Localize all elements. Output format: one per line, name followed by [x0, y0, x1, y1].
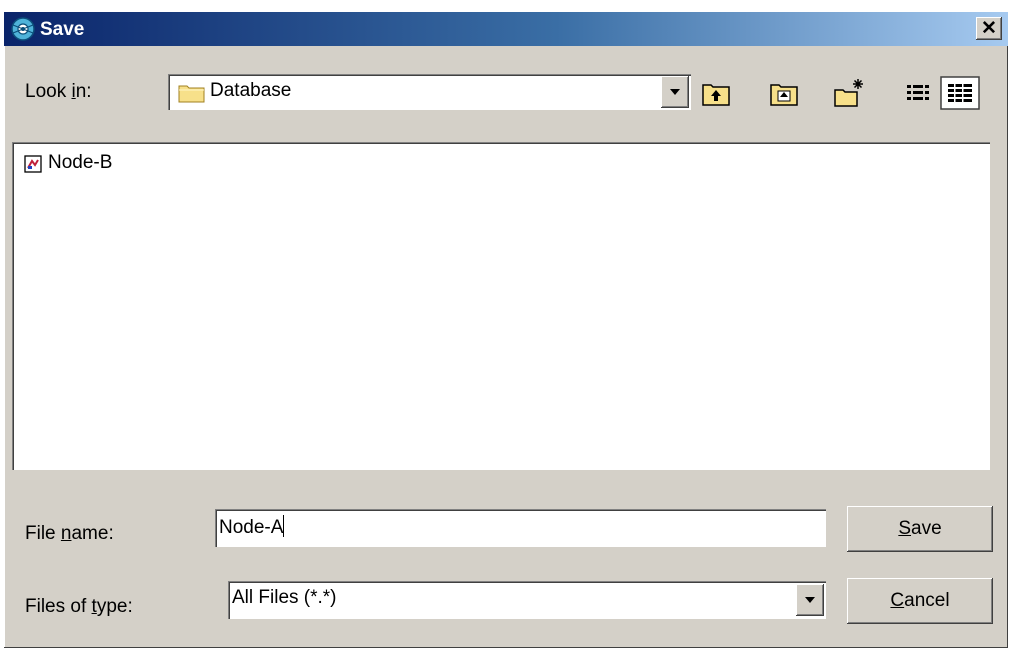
cancel-button-label: Cancel — [890, 590, 949, 612]
up-one-level-icon — [702, 84, 730, 106]
file-name-value: Node-A — [219, 515, 285, 539]
file-type-value: All Files (*.*) — [232, 587, 337, 608]
file-name-label: File name: — [25, 523, 114, 545]
close-button[interactable]: ✕ — [976, 17, 1002, 40]
file-name-label-key: n — [60, 523, 72, 544]
file-list[interactable]: Node-B — [12, 142, 990, 470]
file-name-text: Node-A — [219, 517, 284, 538]
file-type-label: Files of type: — [25, 596, 133, 618]
desktop-icon — [770, 84, 798, 106]
cancel-button-rest: ancel — [904, 590, 950, 611]
file-name-label-pre: File — [25, 523, 61, 544]
file-type-dropdown-button[interactable] — [796, 584, 824, 616]
chevron-down-icon — [670, 89, 680, 95]
look-in-label-post: n: — [75, 81, 92, 102]
window-title: Save — [40, 19, 85, 40]
cancel-button-key: C — [890, 590, 905, 611]
save-button-key: S — [898, 518, 912, 539]
list-view-button[interactable] — [901, 76, 937, 110]
up-one-level-button[interactable] — [698, 76, 734, 110]
chevron-down-icon — [805, 597, 815, 603]
desktop-button[interactable] — [766, 76, 802, 110]
file-name-label: Node-B — [48, 152, 113, 173]
title-bar[interactable]: Save ✕ — [4, 12, 1008, 46]
create-new-folder-button[interactable] — [832, 76, 868, 110]
text-caret — [283, 515, 285, 537]
look-in-dropdown[interactable]: Database — [168, 74, 691, 110]
look-in-value: Database — [210, 80, 292, 101]
save-button[interactable]: Save — [847, 506, 993, 552]
look-in-dropdown-button[interactable] — [661, 76, 689, 108]
file-name-label-post: ame: — [71, 523, 114, 544]
look-in-label-pre: Look — [25, 81, 72, 102]
file-name-input[interactable]: Node-A — [215, 509, 826, 547]
save-dialog: Save ✕ Look in: Database Node-B File nam… — [4, 12, 1008, 648]
details-view-button[interactable] — [940, 76, 980, 110]
file-type-dropdown[interactable]: All Files (*.*) — [228, 581, 826, 619]
create-new-folder-icon — [834, 79, 863, 107]
close-icon: ✕ — [981, 18, 997, 39]
look-in-label: Look in: — [25, 81, 92, 103]
file-type-label-post: ype: — [96, 596, 133, 617]
save-button-label: Save — [898, 518, 941, 540]
list-view-icon — [907, 85, 929, 100]
folder-icon — [178, 85, 205, 103]
cancel-button[interactable]: Cancel — [847, 578, 993, 624]
file-icon — [24, 155, 42, 173]
save-button-rest: ave — [911, 518, 942, 539]
background-strip — [0, 0, 1015, 12]
app-icon — [11, 17, 35, 41]
file-type-label-pre: Files of — [25, 596, 92, 617]
